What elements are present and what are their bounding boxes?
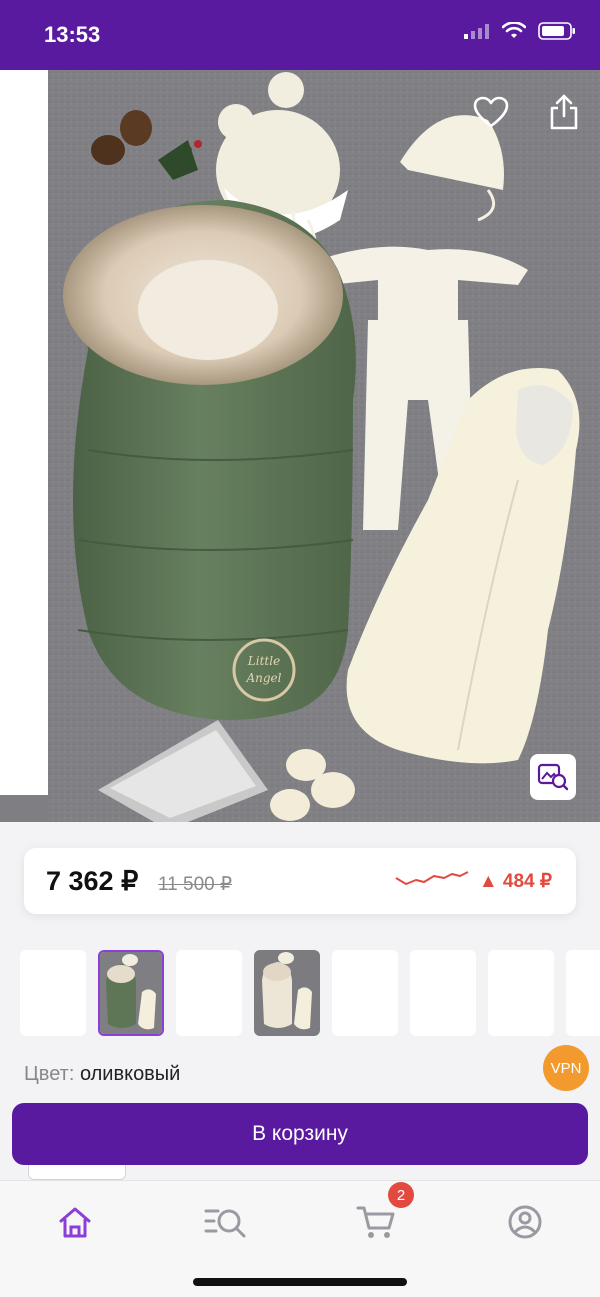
battery-icon: [538, 22, 575, 40]
vpn-badge[interactable]: VPN: [543, 1045, 589, 1091]
tab-home[interactable]: [52, 1199, 98, 1245]
thumbnail-5[interactable]: [332, 950, 398, 1036]
favorite-button[interactable]: [469, 90, 513, 134]
share-button[interactable]: [542, 90, 586, 134]
tab-profile[interactable]: [502, 1199, 548, 1245]
product-logo-text: Little: [247, 654, 280, 668]
thumbnail-3[interactable]: [176, 950, 242, 1036]
price-card[interactable]: 7 362 ₽ 11 500 ₽ ▲ 484 ₽: [24, 848, 576, 914]
status-icons: [464, 22, 576, 40]
catalog-search-icon: [204, 1209, 246, 1238]
thumbnail-2-selected[interactable]: [98, 950, 164, 1036]
cart-count-badge: 2: [388, 1182, 414, 1208]
price-trend-sparkline: [395, 871, 469, 885]
add-to-cart-button[interactable]: В корзину: [12, 1103, 588, 1165]
signal-icon: [464, 24, 489, 39]
home-indicator: [193, 1278, 407, 1286]
heart-icon: [473, 96, 509, 128]
back-button[interactable]: [14, 92, 58, 136]
wifi-icon: [502, 22, 526, 38]
thumbnail-photo: [100, 952, 162, 1034]
thumbnail-6[interactable]: [410, 950, 476, 1036]
price-current: 7 362 ₽: [46, 866, 139, 896]
svg-text:Angel: Angel: [245, 671, 281, 685]
previous-image-peek: [0, 70, 48, 795]
status-time: 13:53: [44, 22, 101, 47]
thumbnail-7[interactable]: [488, 950, 554, 1036]
thumbnail-strip[interactable]: [20, 950, 600, 1038]
product-image-gallery[interactable]: Little Angel: [0, 70, 600, 822]
home-icon: [59, 1207, 91, 1238]
color-row: Цвет: оливковый: [24, 1063, 180, 1086]
image-search-button[interactable]: [530, 754, 576, 800]
image-search-icon: [537, 763, 569, 791]
color-value: оливковый: [79, 1063, 181, 1085]
price-old: 11 500 ₽: [158, 874, 233, 895]
status-bar: 13:53: [0, 0, 600, 70]
share-icon: [550, 94, 578, 130]
color-label: Цвет:: [24, 1063, 75, 1085]
product-photo: Little Angel: [48, 70, 600, 822]
thumbnail-4[interactable]: [254, 950, 320, 1036]
thumbnail-photo: [254, 950, 320, 1036]
profile-icon: [508, 1205, 542, 1239]
cart-icon: [356, 1206, 395, 1238]
thumbnail-1[interactable]: [20, 950, 86, 1036]
tab-cart[interactable]: [353, 1199, 399, 1245]
tab-catalog[interactable]: [202, 1199, 248, 1245]
thumbnail-8[interactable]: [566, 950, 600, 1036]
back-icon: [27, 97, 45, 131]
price-change: ▲ 484 ₽: [478, 871, 552, 892]
